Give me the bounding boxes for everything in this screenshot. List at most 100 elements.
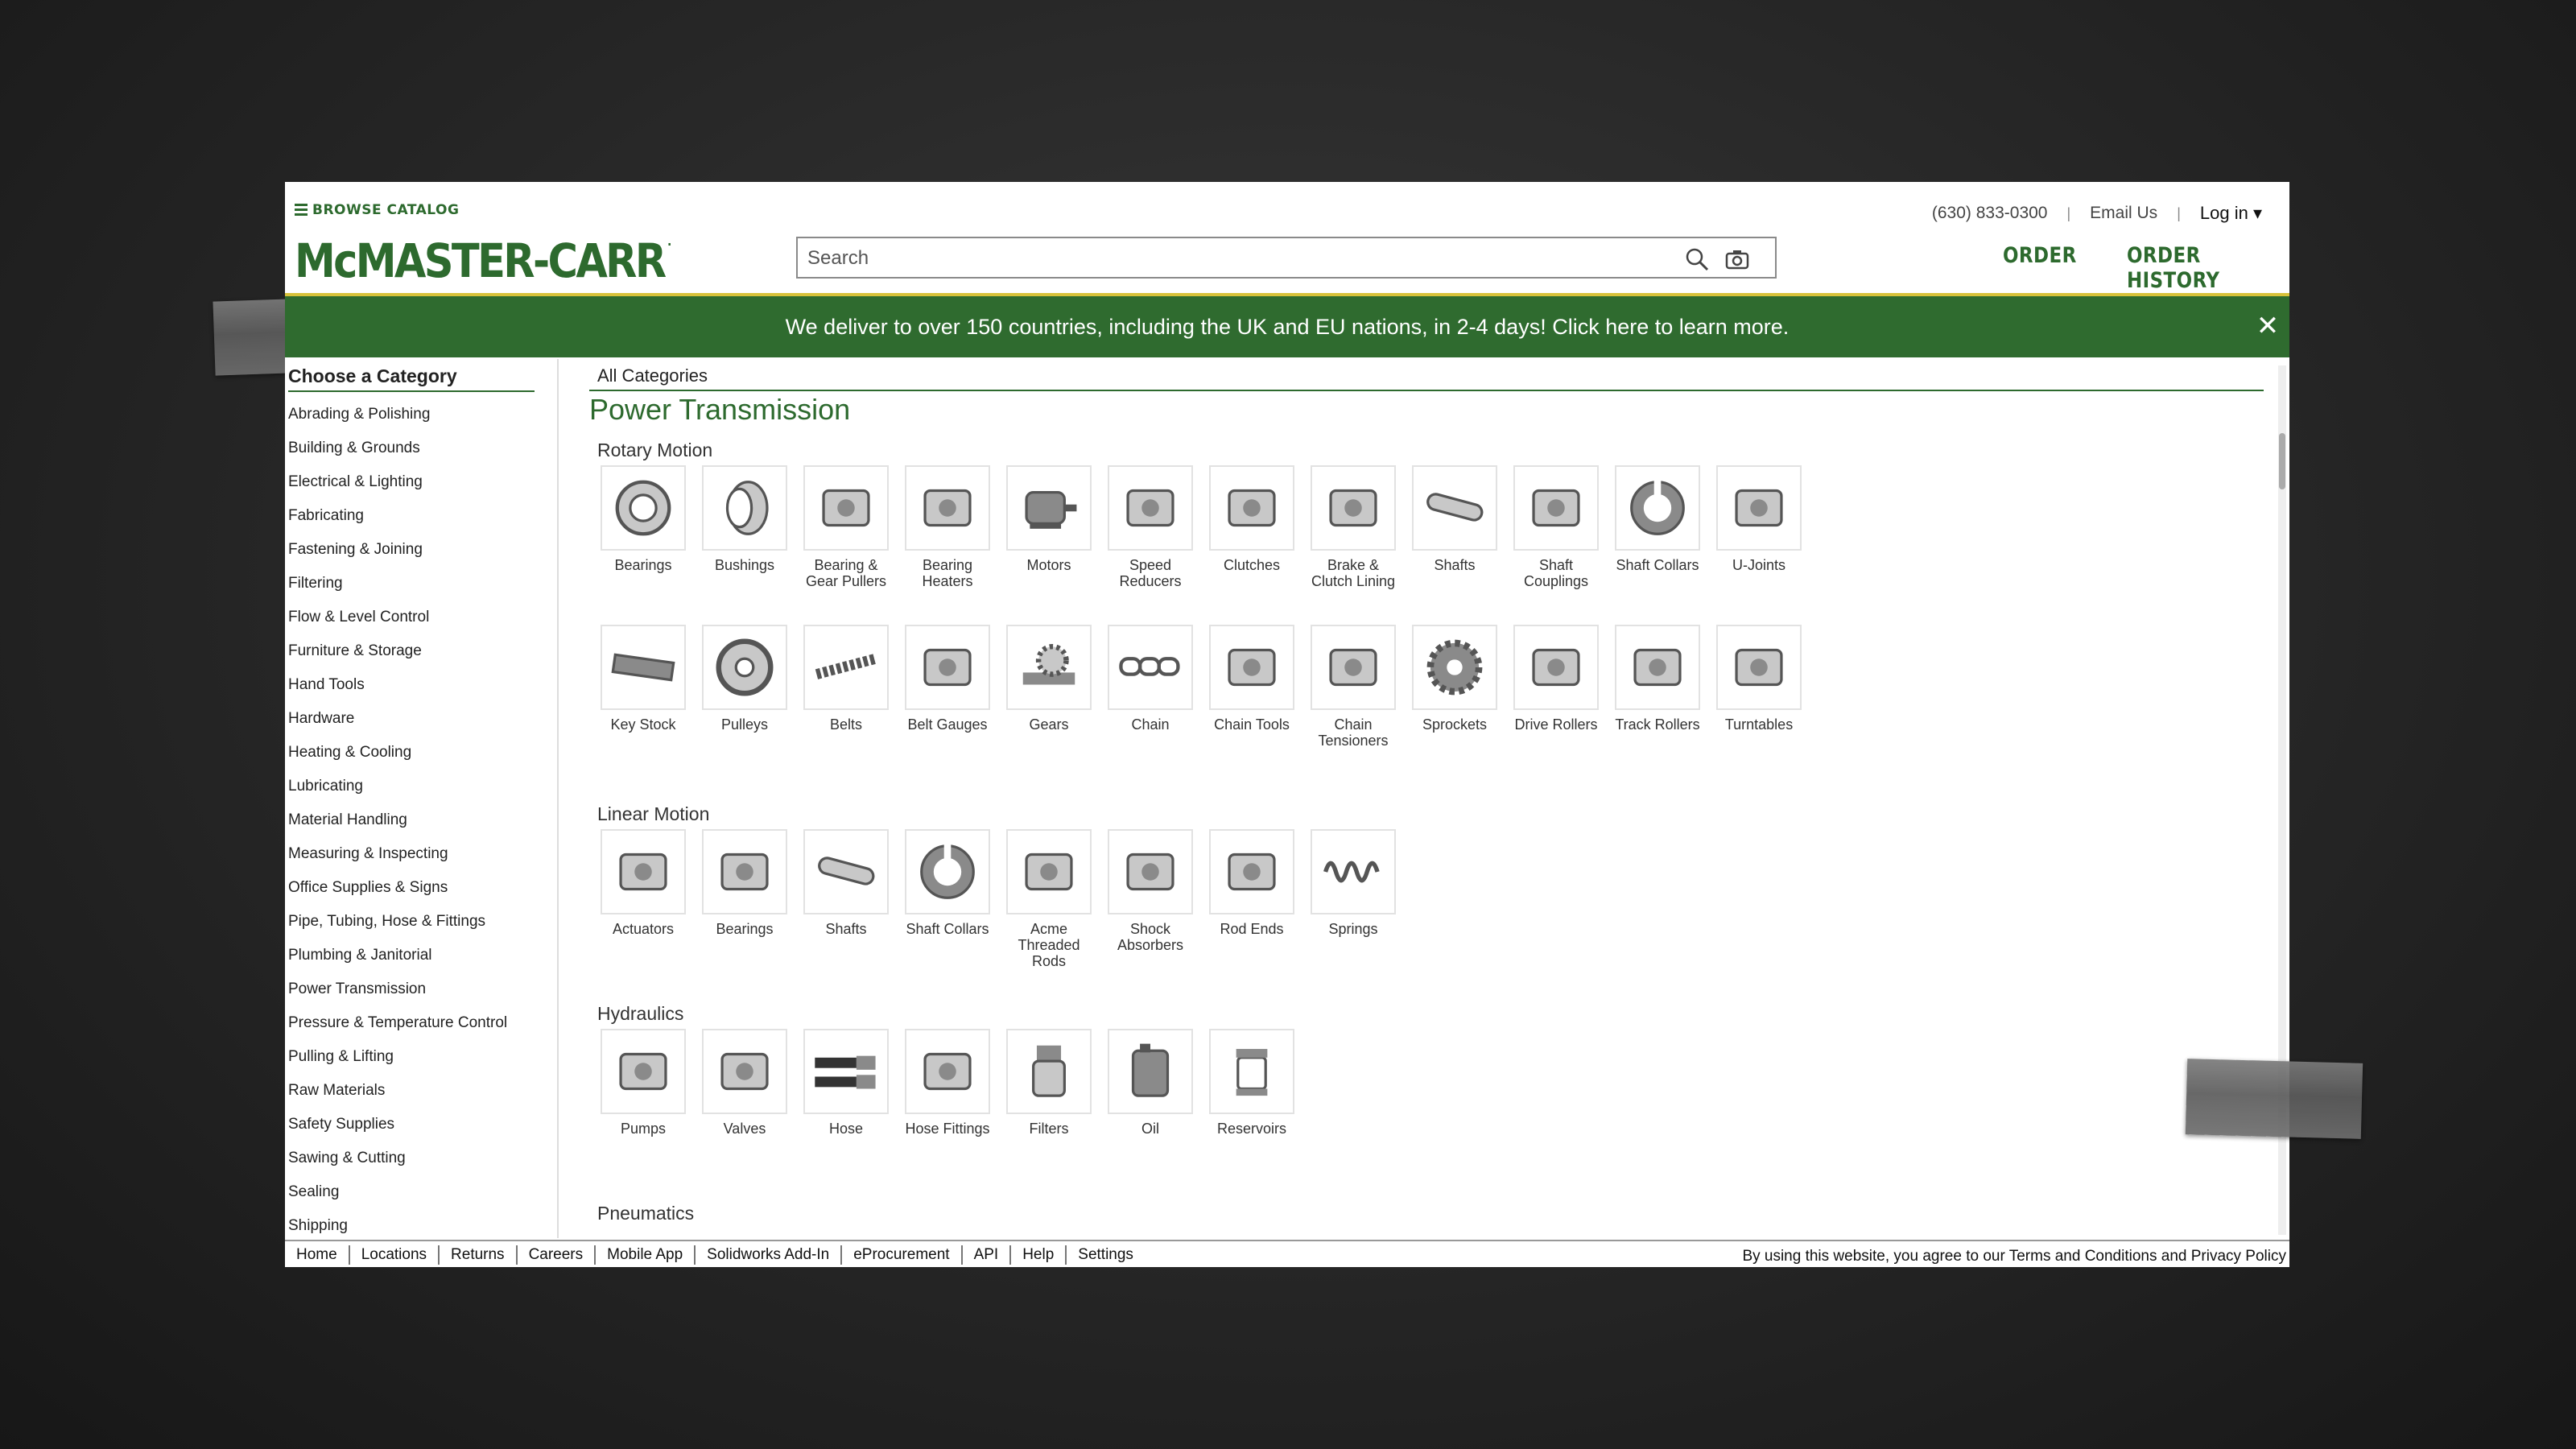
section-heading-rotary-motion[interactable]: Rotary Motion <box>597 440 712 461</box>
category-thumbnail[interactable] <box>702 625 787 710</box>
sidebar-item-measuring-inspecting[interactable]: Measuring & Inspecting <box>288 837 507 871</box>
category-label[interactable]: Bearing & Gear Pullers <box>799 557 894 589</box>
category-label[interactable]: Shafts <box>1407 557 1502 573</box>
sidebar-item-plumbing-janitorial[interactable]: Plumbing & Janitorial <box>288 939 507 972</box>
sidebar-item-flow-level-control[interactable]: Flow & Level Control <box>288 601 507 634</box>
category-tile[interactable]: Bearing & Gear Pullers <box>799 465 894 589</box>
category-tile[interactable]: Motors <box>1001 465 1096 573</box>
category-tile[interactable]: Bearings <box>596 465 691 573</box>
sidebar-item-abrading-polishing[interactable]: Abrading & Polishing <box>288 398 507 431</box>
banner-text[interactable]: We deliver to over 150 countries, includ… <box>786 315 1790 340</box>
category-thumbnail[interactable] <box>905 1029 990 1114</box>
category-label[interactable]: Chain <box>1103 716 1198 733</box>
category-thumbnail[interactable] <box>803 829 889 914</box>
category-label[interactable]: Acme Threaded Rods <box>1001 921 1096 969</box>
category-thumbnail[interactable] <box>905 829 990 914</box>
category-label[interactable]: Actuators <box>596 921 691 937</box>
category-tile[interactable]: Bearing Heaters <box>900 465 995 589</box>
category-thumbnail[interactable] <box>905 625 990 710</box>
category-thumbnail[interactable] <box>905 465 990 551</box>
footer-link-help[interactable]: Help <box>1011 1245 1067 1265</box>
category-tile[interactable]: Chain Tensioners <box>1306 625 1401 749</box>
search-input[interactable] <box>806 246 1678 270</box>
category-tile[interactable]: Key Stock <box>596 625 691 733</box>
category-label[interactable]: Bearings <box>596 557 691 573</box>
category-thumbnail[interactable] <box>702 829 787 914</box>
category-thumbnail[interactable] <box>702 465 787 551</box>
category-thumbnail[interactable] <box>803 1029 889 1114</box>
category-thumbnail[interactable] <box>1006 625 1092 710</box>
category-tile[interactable]: Filters <box>1001 1029 1096 1137</box>
category-tile[interactable]: Pumps <box>596 1029 691 1137</box>
category-tile[interactable]: Oil <box>1103 1029 1198 1137</box>
section-heading-hydraulics[interactable]: Hydraulics <box>597 1003 683 1025</box>
sidebar-item-material-handling[interactable]: Material Handling <box>288 803 507 837</box>
sidebar-item-pipe-tubing-hose-fittings[interactable]: Pipe, Tubing, Hose & Fittings <box>288 905 507 939</box>
category-label[interactable]: Rod Ends <box>1204 921 1299 937</box>
category-tile[interactable]: Rod Ends <box>1204 829 1299 937</box>
sidebar-item-electrical-lighting[interactable]: Electrical & Lighting <box>288 465 507 499</box>
scrollbar-thumb[interactable] <box>2279 433 2285 489</box>
category-thumbnail[interactable] <box>1108 625 1193 710</box>
category-thumbnail[interactable] <box>1108 465 1193 551</box>
sidebar-item-furniture-storage[interactable]: Furniture & Storage <box>288 634 507 668</box>
category-label[interactable]: Hose Fittings <box>900 1121 995 1137</box>
category-tile[interactable]: Sprockets <box>1407 625 1502 733</box>
category-thumbnail[interactable] <box>803 625 889 710</box>
category-label[interactable]: Motors <box>1001 557 1096 573</box>
footer-link-home[interactable]: Home <box>285 1245 350 1265</box>
category-label[interactable]: U-Joints <box>1711 557 1806 573</box>
category-label[interactable]: Reservoirs <box>1204 1121 1299 1137</box>
category-label[interactable]: Brake & Clutch Lining <box>1306 557 1401 589</box>
category-label[interactable]: Shock Absorbers <box>1103 921 1198 953</box>
category-thumbnail[interactable] <box>1513 625 1599 710</box>
category-thumbnail[interactable] <box>601 1029 686 1114</box>
browse-catalog-button[interactable]: BROWSE CATALOG <box>295 201 459 218</box>
promo-banner[interactable]: We deliver to over 150 countries, includ… <box>285 296 2289 357</box>
category-label[interactable]: Bearing Heaters <box>900 557 995 589</box>
category-label[interactable]: Oil <box>1103 1121 1198 1137</box>
category-tile[interactable]: Turntables <box>1711 625 1806 733</box>
category-thumbnail[interactable] <box>1209 829 1294 914</box>
search-icon[interactable] <box>1683 246 1711 273</box>
category-label[interactable]: Filters <box>1001 1121 1096 1137</box>
category-label[interactable]: Hose <box>799 1121 894 1137</box>
category-tile[interactable]: Shock Absorbers <box>1103 829 1198 953</box>
category-tile[interactable]: Bushings <box>697 465 792 573</box>
category-thumbnail[interactable] <box>1311 465 1396 551</box>
sidebar-item-hardware[interactable]: Hardware <box>288 702 507 736</box>
category-thumbnail[interactable] <box>1716 465 1802 551</box>
category-thumbnail[interactable] <box>1006 829 1092 914</box>
category-thumbnail[interactable] <box>1108 1029 1193 1114</box>
sidebar-item-building-grounds[interactable]: Building & Grounds <box>288 431 507 465</box>
footer-link-api[interactable]: API <box>963 1245 1012 1265</box>
sidebar-item-lubricating[interactable]: Lubricating <box>288 770 507 803</box>
order-history-link[interactable]: ORDER HISTORY <box>2127 243 2265 293</box>
category-tile[interactable]: Acme Threaded Rods <box>1001 829 1096 969</box>
sidebar-item-sawing-cutting[interactable]: Sawing & Cutting <box>288 1141 507 1175</box>
category-tile[interactable]: Shaft Collars <box>1610 465 1705 573</box>
section-heading-linear-motion[interactable]: Linear Motion <box>597 803 709 825</box>
category-thumbnail[interactable] <box>1311 625 1396 710</box>
sidebar-item-power-transmission[interactable]: Power Transmission <box>288 972 507 1006</box>
category-label[interactable]: Shafts <box>799 921 894 937</box>
search-box[interactable] <box>796 237 1777 279</box>
category-tile[interactable]: Shaft Collars <box>900 829 995 937</box>
footer-link-careers[interactable]: Careers <box>518 1245 597 1265</box>
sidebar-item-heating-cooling[interactable]: Heating & Cooling <box>288 736 507 770</box>
category-label[interactable]: Drive Rollers <box>1509 716 1604 733</box>
category-thumbnail[interactable] <box>1006 1029 1092 1114</box>
camera-icon[interactable] <box>1724 246 1751 273</box>
category-thumbnail[interactable] <box>1311 829 1396 914</box>
category-tile[interactable]: Belts <box>799 625 894 733</box>
close-icon[interactable]: ✕ <box>2254 312 2281 340</box>
category-tile[interactable]: Brake & Clutch Lining <box>1306 465 1401 589</box>
category-tile[interactable]: Hose <box>799 1029 894 1137</box>
sidebar-item-office-supplies-signs[interactable]: Office Supplies & Signs <box>288 871 507 905</box>
sidebar-item-safety-supplies[interactable]: Safety Supplies <box>288 1108 507 1141</box>
category-tile[interactable]: Drive Rollers <box>1509 625 1604 733</box>
category-label[interactable]: Shaft Couplings <box>1509 557 1604 589</box>
category-label[interactable]: Pulleys <box>697 716 792 733</box>
category-tile[interactable]: Hose Fittings <box>900 1029 995 1137</box>
category-tile[interactable]: Valves <box>697 1029 792 1137</box>
